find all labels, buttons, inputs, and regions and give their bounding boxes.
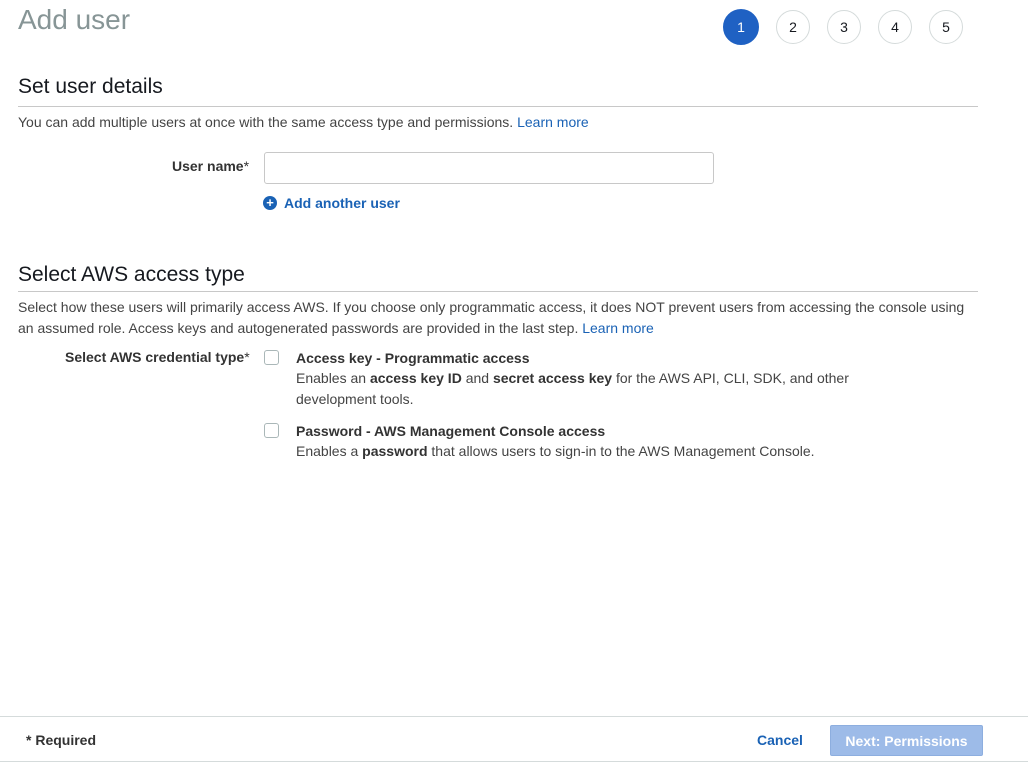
step-2[interactable]: 2 [776,10,810,44]
user-details-heading: Set user details [18,75,163,98]
user-name-input[interactable] [264,152,714,184]
access-key-checkbox[interactable] [264,350,279,365]
user-name-label: User name* [172,158,249,174]
user-details-description: You can add multiple users at once with … [18,112,983,133]
required-mark: * [243,158,250,174]
required-note: * Required [26,732,97,748]
access-key-option-text: Access key - Programmatic access Enables… [296,349,856,410]
required-mark: * [244,349,250,365]
access-type-heading: Select AWS access type [18,263,245,286]
wizard-footer: * Required Cancel Next: Permissions [0,716,1028,763]
credential-type-label: Select AWS credential type* [65,349,250,365]
desc-text: and [461,370,493,386]
step-5[interactable]: 5 [929,10,963,44]
desc-bold: secret access key [492,370,613,386]
desc-text: Enables a [296,443,363,459]
cancel-button[interactable]: Cancel [757,732,803,748]
password-title[interactable]: Password - AWS Management Console access [296,422,856,440]
password-description: Enables a password that allows users to … [296,441,856,462]
access-type-description-text: Select how these users will primarily ac… [18,299,965,336]
add-user-page: Add user 1 2 3 4 5 Set user details You … [0,0,1028,763]
access-key-title[interactable]: Access key - Programmatic access [296,349,856,367]
next-permissions-button[interactable]: Next: Permissions [830,725,983,756]
add-another-user-button[interactable]: + Add another user [263,195,400,211]
divider [18,106,978,107]
desc-text: Enables an [296,370,370,386]
user-details-description-text: You can add multiple users at once with … [18,114,514,130]
learn-more-link[interactable]: Learn more [582,320,654,336]
desc-bold: access key ID [369,370,462,386]
access-key-description: Enables an access key ID and secret acce… [296,368,856,410]
plus-circle-icon: + [263,196,277,210]
add-another-user-label: Add another user [284,195,400,211]
user-name-label-text: User name [172,158,244,174]
divider [18,291,978,292]
credential-type-label-text: Select AWS credential type [65,349,245,365]
access-type-description: Select how these users will primarily ac… [18,297,983,339]
desc-text: that allows users to sign-in to the AWS … [427,443,815,459]
password-option-text: Password - AWS Management Console access… [296,422,856,462]
divider [0,761,1028,762]
step-1[interactable]: 1 [723,9,759,45]
step-3[interactable]: 3 [827,10,861,44]
learn-more-link[interactable]: Learn more [517,114,589,130]
page-title: Add user [18,4,131,35]
step-4[interactable]: 4 [878,10,912,44]
password-checkbox[interactable] [264,423,279,438]
desc-bold: password [362,443,428,459]
wizard-steps: 1 2 3 4 5 [723,9,963,45]
